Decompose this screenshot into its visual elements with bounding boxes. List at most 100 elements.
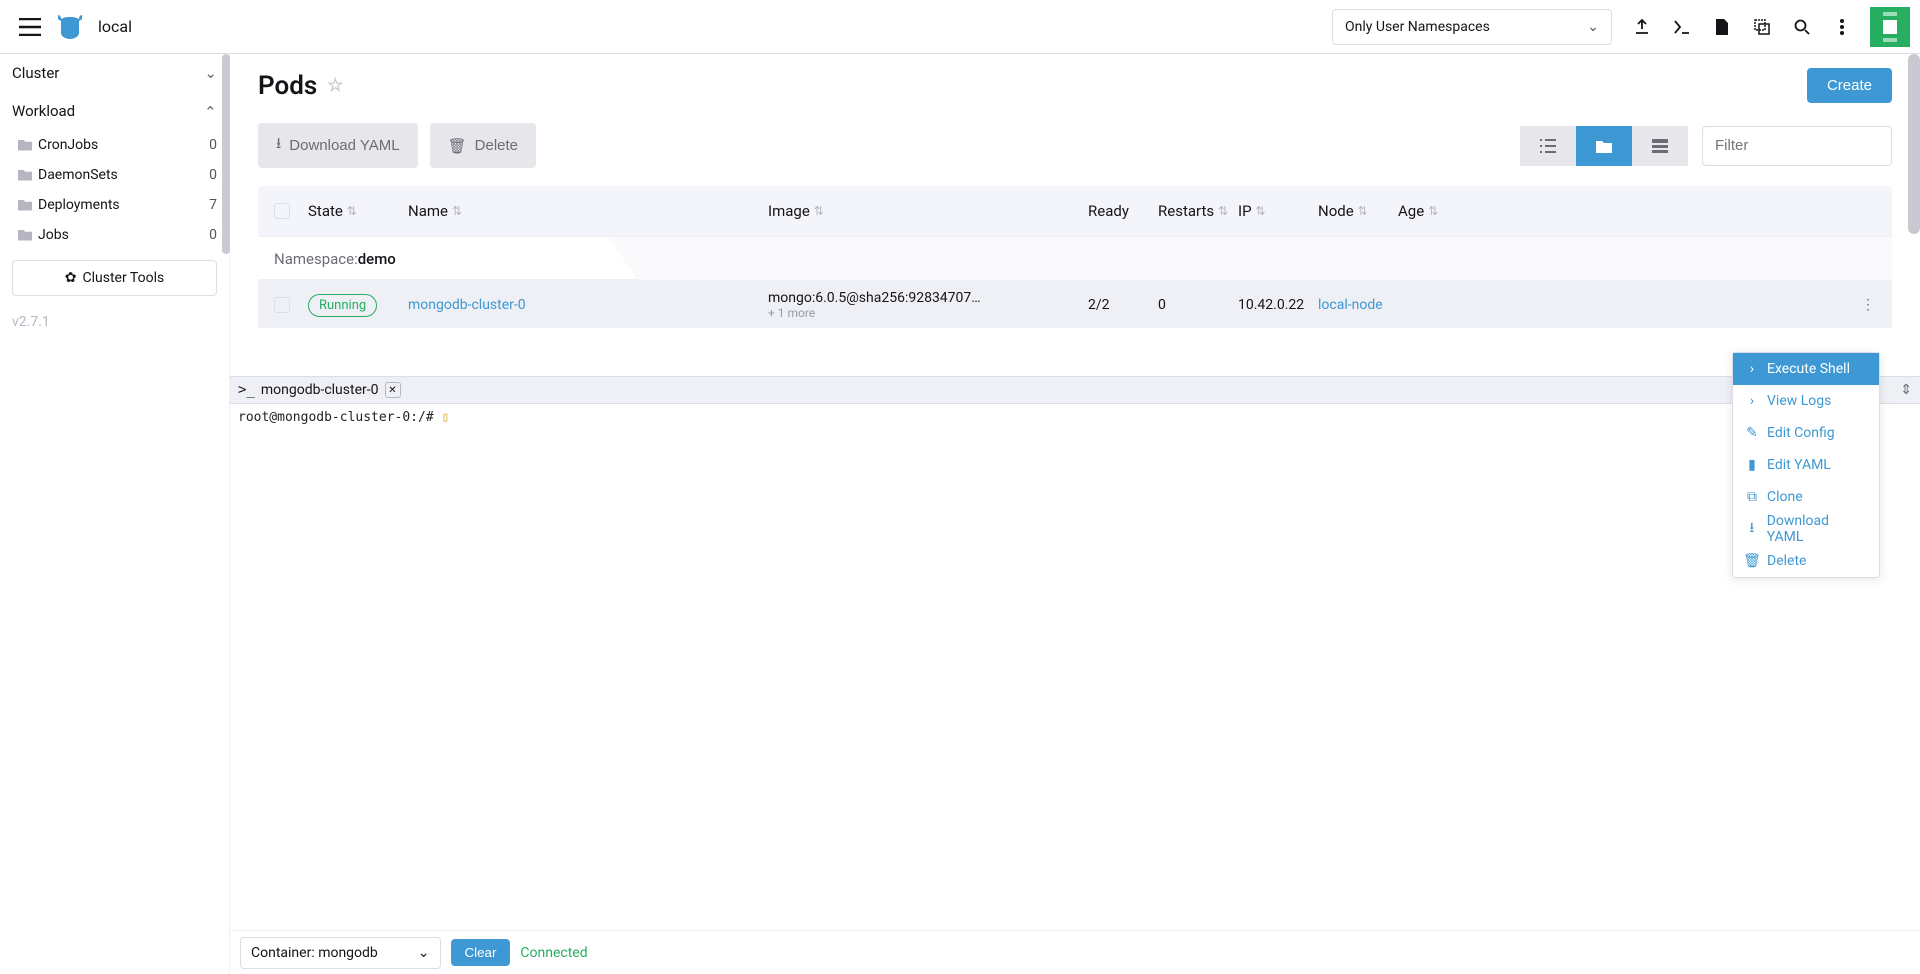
- copy-button[interactable]: [1742, 7, 1782, 47]
- select-all-checkbox[interactable]: [274, 203, 290, 219]
- terminal-icon: [1674, 20, 1690, 34]
- status-badge: Running: [308, 294, 377, 317]
- sidebar-item-count: 7: [209, 197, 217, 213]
- menu-button[interactable]: [10, 18, 50, 36]
- col-ip[interactable]: IP⇅: [1238, 202, 1318, 220]
- download-yaml-button[interactable]: ⭳ Download YAML: [258, 123, 418, 168]
- edit-icon: ✎: [1745, 425, 1759, 441]
- col-restarts[interactable]: Restarts⇅: [1158, 202, 1238, 220]
- filter-input[interactable]: [1702, 126, 1892, 166]
- sort-icon: ⇅: [452, 204, 462, 218]
- download-yaml-label: Download YAML: [289, 137, 399, 154]
- chevron-down-icon: ⌄: [204, 64, 217, 82]
- node-link[interactable]: local-node: [1318, 297, 1383, 313]
- view-folder-button[interactable]: [1576, 126, 1632, 166]
- kebab-button[interactable]: [1822, 7, 1862, 47]
- chevron-right-icon: ›: [1745, 393, 1759, 409]
- delete-label: Delete: [475, 137, 518, 154]
- row-context-menu: ›Execute Shell ›View Logs ✎Edit Config ▮…: [1732, 352, 1880, 578]
- ctx-edit-config[interactable]: ✎Edit Config: [1733, 417, 1879, 449]
- user-avatar[interactable]: [1870, 7, 1910, 47]
- view-list-button[interactable]: [1520, 126, 1576, 166]
- container-select[interactable]: Container: mongodb ⌄: [240, 937, 441, 969]
- folder-icon: [18, 140, 32, 151]
- cluster-tools-button[interactable]: ✿ Cluster Tools: [12, 260, 217, 296]
- shell-button[interactable]: [1662, 7, 1702, 47]
- create-button[interactable]: Create: [1807, 68, 1892, 103]
- sidebar-item-count: 0: [209, 167, 217, 183]
- ctx-clone[interactable]: ⧉Clone: [1733, 481, 1879, 513]
- cluster-tools-label: Cluster Tools: [83, 270, 165, 286]
- sidebar-item-count: 0: [209, 137, 217, 153]
- search-button[interactable]: [1782, 7, 1822, 47]
- sidebar-item-label: Deployments: [38, 197, 120, 213]
- app-header: local Only User Namespaces ⌄: [0, 0, 1920, 54]
- col-name[interactable]: Name⇅: [408, 202, 768, 220]
- chevron-up-icon: ⌄: [204, 102, 217, 120]
- hamburger-icon: [19, 18, 41, 36]
- row-menu-button[interactable]: ⋮: [1856, 293, 1880, 317]
- image-text: mongo:6.0.5@sha256:92834707…: [768, 290, 1088, 306]
- ctx-download-yaml[interactable]: ⭳Download YAML: [1733, 513, 1879, 545]
- trash-icon: 🗑: [1745, 553, 1759, 569]
- gear-icon: ✿: [65, 270, 77, 286]
- main-area: Pods ☆ Create ⭳ Download YAML 🗑 Delete: [230, 54, 1920, 974]
- folder-icon: [18, 170, 32, 181]
- sidebar-group-workload[interactable]: Workload ⌄: [0, 92, 229, 130]
- grid-icon: [1652, 139, 1668, 153]
- clear-button[interactable]: Clear: [451, 939, 511, 966]
- page-title-text: Pods: [258, 71, 317, 101]
- col-age[interactable]: Age⇅: [1398, 202, 1876, 220]
- terminal-icon: >_: [238, 382, 255, 398]
- sidebar-item-deployments[interactable]: Deployments 7: [0, 190, 229, 220]
- sidebar-group-label: Cluster: [12, 64, 59, 82]
- terminal-body[interactable]: root@mongodb-cluster-0:/# ▯: [230, 404, 1920, 930]
- col-ready[interactable]: Ready: [1088, 202, 1158, 220]
- ctx-edit-yaml[interactable]: ▮Edit YAML: [1733, 449, 1879, 481]
- version-label: v2.7.1: [0, 306, 229, 338]
- cluster-name[interactable]: local: [98, 17, 1332, 36]
- clone-icon: ⧉: [1745, 489, 1759, 505]
- star-icon[interactable]: ☆: [327, 75, 343, 96]
- col-image[interactable]: Image⇅: [768, 202, 1088, 220]
- sidebar-item-label: DaemonSets: [38, 167, 118, 183]
- ctx-view-logs[interactable]: ›View Logs: [1733, 385, 1879, 417]
- sidebar-item-label: Jobs: [38, 227, 69, 243]
- table-header: State⇅ Name⇅ Image⇅ Ready Restarts⇅ IP⇅ …: [258, 186, 1892, 236]
- restarts-cell: 0: [1158, 297, 1238, 313]
- chevron-down-icon: ⌄: [1587, 19, 1599, 35]
- terminal-tab-label: mongodb-cluster-0: [261, 382, 379, 398]
- sidebar-group-label: Workload: [12, 102, 75, 120]
- namespace-value: demo: [358, 250, 396, 268]
- ctx-delete[interactable]: 🗑Delete: [1733, 545, 1879, 577]
- sidebar-group-cluster[interactable]: Cluster ⌄: [0, 54, 229, 92]
- terminal-cursor: ▯: [442, 410, 450, 425]
- sidebar-item-daemonsets[interactable]: DaemonSets 0: [0, 160, 229, 190]
- sidebar-item-jobs[interactable]: Jobs 0: [0, 220, 229, 250]
- ctx-execute-shell[interactable]: ›Execute Shell: [1733, 353, 1879, 385]
- col-node[interactable]: Node⇅: [1318, 202, 1398, 220]
- terminal-prompt: root@mongodb-cluster-0:/#: [238, 410, 442, 425]
- trash-icon: 🗑: [448, 137, 467, 155]
- page-scrollbar[interactable]: [1908, 54, 1920, 234]
- chevron-down-icon: ⌄: [418, 945, 430, 961]
- table-row[interactable]: Running mongodb-cluster-0 mongo:6.0.5@sh…: [258, 280, 1892, 328]
- col-state[interactable]: State⇅: [308, 202, 408, 220]
- sidebar-scrollbar[interactable]: [222, 54, 230, 254]
- file-button[interactable]: [1702, 7, 1742, 47]
- logo-icon: [50, 15, 90, 39]
- row-checkbox[interactable]: [274, 297, 290, 313]
- chevron-right-icon: ›: [1745, 361, 1759, 377]
- sidebar-item-cronjobs[interactable]: CronJobs 0: [0, 130, 229, 160]
- view-grid-button[interactable]: [1632, 126, 1688, 166]
- upload-icon: [1634, 19, 1650, 35]
- download-icon: ⭳: [1745, 517, 1759, 541]
- import-button[interactable]: [1622, 7, 1662, 47]
- namespace-filter-select[interactable]: Only User Namespaces ⌄: [1332, 9, 1612, 45]
- search-icon: [1794, 19, 1810, 35]
- terminal-tab-close[interactable]: ✕: [385, 382, 401, 398]
- pods-table: State⇅ Name⇅ Image⇅ Ready Restarts⇅ IP⇅ …: [258, 186, 1892, 328]
- terminal-expand-button[interactable]: ⇕: [1900, 382, 1912, 398]
- pod-name-link[interactable]: mongodb-cluster-0: [408, 297, 526, 313]
- delete-button[interactable]: 🗑 Delete: [430, 123, 536, 168]
